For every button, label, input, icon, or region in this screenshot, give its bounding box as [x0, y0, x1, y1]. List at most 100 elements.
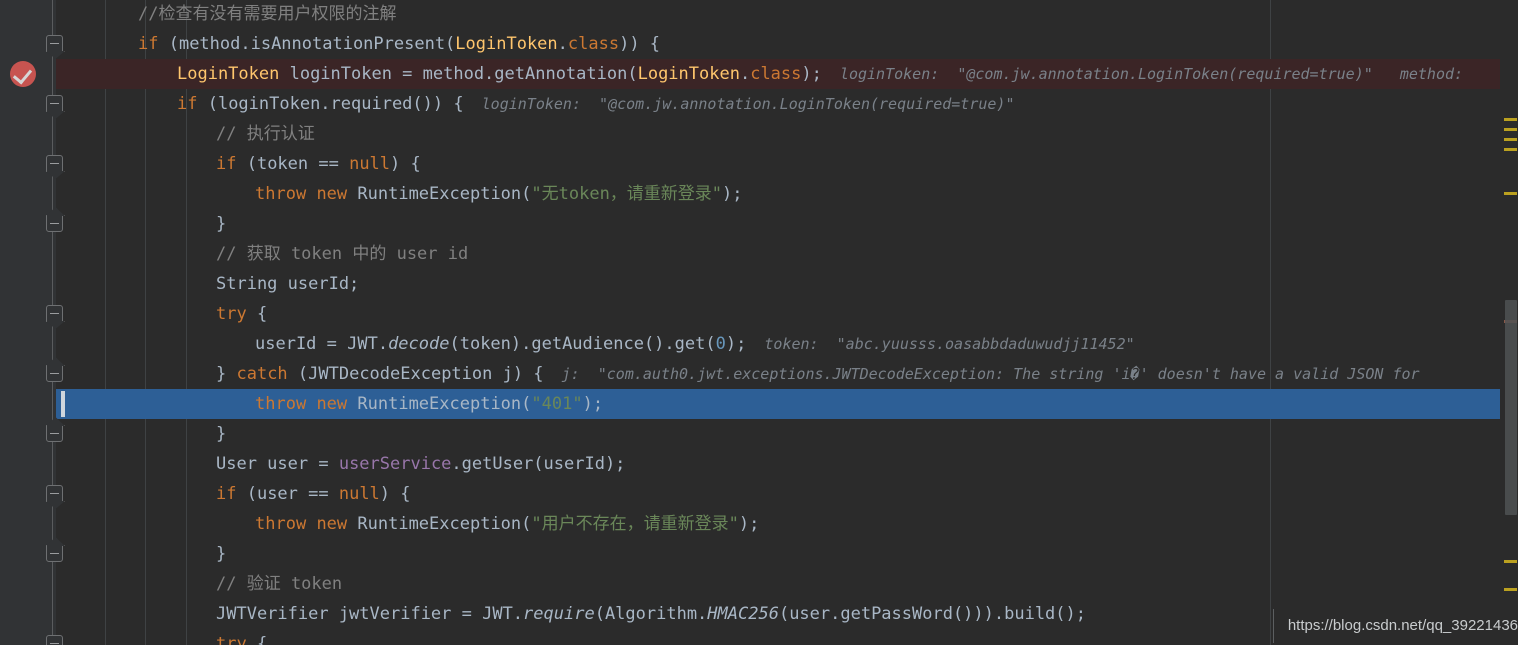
code-line[interactable]: throw new RuntimeException("用户不存在，请重新登录"…: [0, 509, 1518, 539]
code-line[interactable]: if (user == null) {: [0, 479, 1518, 509]
error-stripe-scrollbar[interactable]: [1500, 0, 1518, 645]
code-fold-marker[interactable]: [46, 215, 63, 232]
code-token: }: [216, 544, 227, 564]
code-token: "401": [531, 394, 583, 414]
code-fold-marker[interactable]: [46, 95, 63, 112]
code-token: ) {: [390, 154, 421, 174]
code-line[interactable]: User user = userService.getUser(userId);: [0, 449, 1518, 479]
code-token: try: [216, 634, 247, 645]
error-stripe-marker[interactable]: [1504, 128, 1517, 131]
code-line[interactable]: if (token == null) {: [0, 149, 1518, 179]
error-stripe-marker[interactable]: [1504, 588, 1517, 591]
code-fold-marker[interactable]: [46, 365, 63, 382]
code-token: String userId;: [216, 274, 360, 294]
code-token: catch: [236, 364, 288, 384]
code-token: }: [216, 214, 227, 234]
inline-debugger-hint[interactable]: loginToken: "@com.jw.annotation.LoginTok…: [822, 65, 1463, 83]
code-line[interactable]: //检查有没有需要用户权限的注解: [0, 0, 1518, 29]
code-token: );: [801, 64, 822, 84]
error-stripe-marker[interactable]: [1504, 560, 1517, 563]
code-token: RuntimeException(: [347, 394, 532, 414]
code-line[interactable]: String userId;: [0, 269, 1518, 299]
code-token: new: [316, 394, 348, 414]
scrollbar-thumb[interactable]: [1505, 300, 1517, 515]
code-line[interactable]: // 验证 token: [0, 569, 1518, 599]
code-token: {: [246, 634, 268, 645]
code-token: null: [349, 154, 391, 174]
code-token: LoginToken: [637, 64, 740, 84]
code-token: if: [216, 484, 237, 504]
code-line[interactable]: LoginToken loginToken = method.getAnnota…: [0, 59, 1518, 89]
code-line-text: throw new RuntimeException("401");: [255, 389, 603, 419]
code-token: (loginToken.required()) {: [197, 94, 464, 114]
code-token: if: [216, 154, 237, 174]
code-line[interactable]: // 执行认证: [0, 119, 1518, 149]
code-line[interactable]: userId = JWT.decode(token).getAudience()…: [0, 329, 1518, 359]
text-caret: [61, 391, 65, 417]
code-line-text: if (loginToken.required()) { loginToken:…: [177, 89, 1014, 119]
code-token: (method.isAnnotationPresent(: [158, 34, 456, 54]
code-line[interactable]: }: [0, 419, 1518, 449]
error-stripe-marker[interactable]: [1504, 138, 1517, 141]
code-line[interactable]: throw new RuntimeException("401");: [0, 389, 1518, 419]
code-line-text: } catch (JWTDecodeException j) { j: "com…: [216, 359, 1420, 389]
code-line-text: User user = userService.getUser(userId);: [216, 449, 625, 479]
code-token: new: [316, 514, 348, 534]
code-line-text: throw new RuntimeException("用户不存在，请重新登录"…: [255, 509, 759, 539]
code-token: try: [216, 304, 247, 324]
code-token: RuntimeException(: [347, 184, 532, 204]
code-fold-marker[interactable]: [46, 425, 63, 442]
code-token: );: [738, 514, 760, 534]
error-stripe-marker[interactable]: [1504, 148, 1517, 151]
code-line-text: }: [216, 539, 226, 569]
code-token: }: [216, 364, 237, 384]
code-line-text: // 验证 token: [216, 569, 342, 599]
code-line-text: throw new RuntimeException("无token，请重新登录…: [255, 179, 743, 209]
code-token: // 获取 token 中的 user id: [216, 244, 469, 264]
code-token: //检查有没有需要用户权限的注解: [138, 4, 397, 24]
verified-breakpoint-icon[interactable]: [10, 61, 36, 87]
code-token: .getUser(userId);: [451, 454, 626, 474]
code-token: LoginToken: [455, 34, 558, 54]
code-line[interactable]: // 获取 token 中的 user id: [0, 239, 1518, 269]
code-token: throw: [255, 394, 307, 414]
code-token: // 验证 token: [216, 574, 343, 594]
code-line[interactable]: } catch (JWTDecodeException j) { j: "com…: [0, 359, 1518, 389]
error-stripe-marker[interactable]: [1504, 192, 1517, 195]
code-line[interactable]: try {: [0, 299, 1518, 329]
code-token: class: [567, 34, 620, 54]
code-token: LoginToken: [177, 64, 280, 84]
inline-debugger-hint[interactable]: j: "com.auth0.jwt.exceptions.JWTDecodeEx…: [544, 365, 1420, 383]
code-line[interactable]: if (method.isAnnotationPresent(LoginToke…: [0, 29, 1518, 59]
code-line[interactable]: throw new RuntimeException("无token，请重新登录…: [0, 179, 1518, 209]
ide-editor-window: //检查有没有需要用户权限的注解 if (method.isAnnotationP…: [0, 0, 1518, 645]
inline-debugger-hint[interactable]: token: "abc.yuusss.oasabbdaduwudjj11452": [746, 335, 1134, 353]
code-fold-marker[interactable]: [46, 545, 63, 562]
code-line[interactable]: if (loginToken.required()) { loginToken:…: [0, 89, 1518, 119]
code-token: (token).getAudience().get(: [449, 334, 716, 354]
code-line-text: // 获取 token 中的 user id: [216, 239, 468, 269]
code-fold-marker[interactable]: [46, 485, 63, 502]
code-token: RuntimeException(: [347, 514, 532, 534]
code-editor-area[interactable]: //检查有没有需要用户权限的注解 if (method.isAnnotationP…: [0, 0, 1518, 645]
code-line-text: if (user == null) {: [216, 479, 411, 509]
code-token: "无token，请重新登录": [531, 184, 723, 204]
code-fold-marker[interactable]: [46, 35, 63, 52]
code-line[interactable]: }: [0, 209, 1518, 239]
code-line-text: LoginToken loginToken = method.getAnnota…: [177, 59, 1463, 89]
error-stripe-marker[interactable]: [1504, 118, 1517, 121]
inline-debugger-hint[interactable]: loginToken: "@com.jw.annotation.LoginTok…: [464, 95, 1015, 113]
code-token: {: [246, 304, 268, 324]
code-token: 0: [715, 334, 726, 354]
code-fold-marker[interactable]: [46, 305, 63, 322]
code-fold-marker[interactable]: [46, 635, 63, 645]
code-token: loginToken = method.getAnnotation(: [279, 64, 638, 84]
code-token: class: [750, 64, 802, 84]
code-fold-marker[interactable]: [46, 155, 63, 172]
code-token: userId = JWT.: [255, 334, 389, 354]
code-token: throw: [255, 514, 307, 534]
code-line[interactable]: }: [0, 539, 1518, 569]
